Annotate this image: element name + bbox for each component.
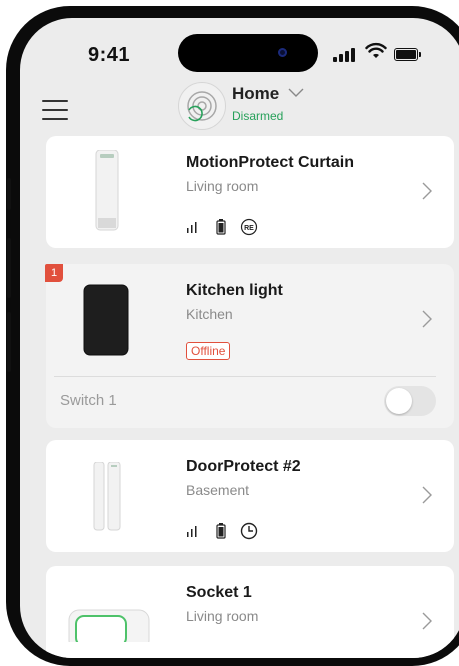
- camera-dot: [278, 48, 287, 57]
- chevron-right-icon[interactable]: [422, 310, 432, 328]
- device-name: Socket 1: [186, 584, 252, 601]
- volume-up-button: [7, 238, 11, 298]
- chevron-right-icon[interactable]: [422, 486, 432, 504]
- battery-status-icon: [394, 48, 421, 61]
- device-card-kitchen-light[interactable]: 1 Kitchen light Kitchen Offline Switch 1: [45, 264, 454, 428]
- app-screen: 9:41 Home Disarmed MotionProtect Curtain…: [20, 18, 459, 658]
- device-card-doorprotect-2[interactable]: DoorProtect #2 Basement: [46, 440, 454, 552]
- device-name: DoorProtect #2: [186, 458, 301, 475]
- toggle-knob: [386, 388, 412, 414]
- device-room: Living room: [186, 608, 259, 624]
- security-status: Disarmed: [232, 109, 284, 123]
- curtain-detector-image: [95, 150, 119, 231]
- device-card-motionprotect-curtain[interactable]: MotionProtect Curtain Living room RE: [46, 136, 454, 248]
- volume-down-button: [7, 312, 11, 372]
- device-name: MotionProtect Curtain: [186, 154, 354, 171]
- side-button: [7, 178, 11, 210]
- wifi-icon: [365, 42, 387, 58]
- dynamic-island: [178, 34, 318, 72]
- door-sensor-image: [93, 462, 121, 531]
- device-room: Basement: [186, 482, 250, 498]
- hub-swirl-icon: [187, 91, 217, 122]
- divider: [54, 376, 436, 377]
- device-status-icons: [186, 522, 266, 540]
- battery-icon: [216, 523, 226, 539]
- status-time: 9:41: [88, 44, 131, 66]
- device-room: Kitchen: [186, 306, 233, 322]
- space-title[interactable]: Home: [232, 84, 279, 104]
- range-extender-icon: RE: [240, 218, 258, 236]
- device-status-icons: RE: [186, 218, 266, 236]
- device-room: Living room: [186, 178, 259, 194]
- offline-status-badge: Offline: [186, 342, 231, 360]
- delay-clock-icon: [240, 522, 258, 540]
- socket-image: [68, 609, 150, 642]
- re-label: RE: [244, 225, 254, 232]
- signal-icon: [187, 526, 197, 537]
- switch-1-toggle[interactable]: [384, 386, 436, 416]
- status-bar: 9:41: [20, 18, 459, 88]
- hub-logo[interactable]: [178, 82, 226, 130]
- device-card-socket-1[interactable]: Socket 1 Living room: [46, 566, 454, 658]
- battery-icon: [216, 219, 226, 235]
- light-switch-image: [83, 284, 129, 356]
- device-name: Kitchen light: [186, 282, 283, 299]
- cellular-signal-icon: [333, 48, 359, 62]
- menu-icon[interactable]: [42, 100, 68, 120]
- switch-label: Switch 1: [60, 392, 117, 409]
- notification-badge: 1: [45, 264, 63, 282]
- chevron-down-icon[interactable]: [288, 88, 304, 98]
- signal-icon: [187, 222, 197, 233]
- chevron-right-icon[interactable]: [422, 182, 432, 200]
